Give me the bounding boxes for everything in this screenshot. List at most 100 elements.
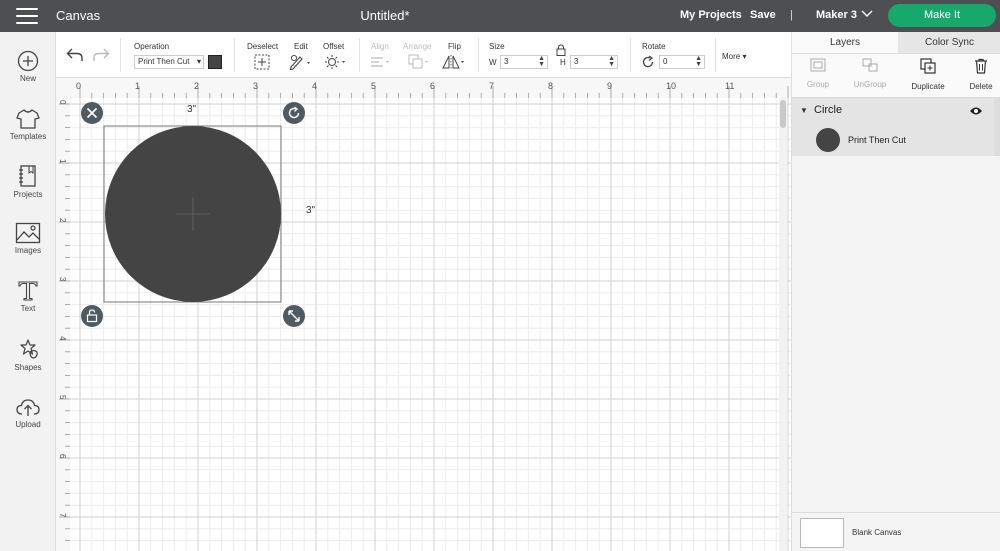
machine-selector[interactable]: Maker 3 — [816, 9, 873, 21]
ruler-horizontal — [56, 78, 791, 98]
operation-label: Operation — [134, 42, 170, 51]
design-canvas[interactable]: 0 1 2 3 4 5 6 7 8 9 10 11 0 1 2 3 4 5 6 7 3" 3" — [56, 78, 791, 551]
canvas-vertical-scrollbar[interactable] — [779, 98, 787, 551]
more-menu[interactable]: More ▾ — [722, 52, 746, 61]
group-button[interactable]: Group — [792, 58, 844, 89]
layers-scrollbar[interactable] — [994, 98, 1000, 156]
machine-name: Maker 3 — [816, 9, 857, 21]
ruler-top-label: 5 — [371, 81, 376, 91]
document-title[interactable]: Untitled* — [0, 8, 770, 23]
rotate-label: Rotate — [642, 42, 666, 51]
my-projects-link[interactable]: My Projects — [680, 9, 742, 21]
height-value: 3 — [574, 57, 579, 66]
height-dimension-label: 3" — [306, 205, 316, 216]
group-icon — [810, 58, 826, 72]
duplicate-button[interactable]: Duplicate — [902, 58, 954, 91]
ruler-left-label: 6 — [58, 454, 67, 459]
width-label: W — [489, 58, 497, 67]
tab-layers[interactable]: Layers — [792, 32, 898, 54]
edit-toolbar: Operation Print Then Cut Deselect Edit O… — [56, 32, 791, 78]
blank-canvas-thumbnail — [800, 518, 844, 548]
redo-icon[interactable] — [92, 48, 110, 62]
sidebar-item-text[interactable]: Text — [0, 280, 56, 313]
sidebar-item-new[interactable]: New — [0, 50, 56, 83]
ruler-vertical — [56, 78, 70, 551]
scrollbar-thumb[interactable] — [780, 100, 786, 128]
canvas-grid[interactable]: 0 1 2 3 4 5 6 7 8 9 10 11 0 1 2 3 4 5 6 7 — [56, 78, 791, 551]
image-icon — [15, 222, 41, 244]
delete-label: Delete — [969, 82, 993, 91]
ruler-top-label: 3 — [253, 81, 258, 91]
trash-icon — [975, 58, 987, 74]
toolbar-divider — [234, 38, 235, 72]
text-icon — [18, 281, 38, 301]
offset-label: Offset — [323, 42, 345, 51]
rotate-stepper-icon[interactable]: ▲ ▼ — [695, 55, 702, 68]
ruler-left-label: 2 — [58, 218, 67, 223]
layer-item[interactable]: Print Then Cut — [792, 124, 994, 156]
caret-down-icon[interactable]: ▼ — [800, 106, 808, 115]
arrange-icon[interactable] — [408, 54, 430, 70]
operation-color-swatch[interactable] — [208, 55, 222, 69]
offset-icon[interactable] — [324, 54, 348, 70]
ruler-top-label: 6 — [430, 81, 435, 91]
caret-down-icon: ▾ — [742, 52, 747, 61]
ruler-top-label: 4 — [312, 81, 317, 91]
rotate-icon[interactable] — [641, 55, 655, 69]
ruler-top-label: 11 — [725, 81, 734, 91]
duplicate-icon — [920, 58, 936, 74]
operation-select[interactable]: Print Then Cut — [134, 55, 204, 69]
lock-proportions-icon[interactable] — [556, 44, 566, 56]
ungroup-button[interactable]: UnGroup — [844, 58, 896, 89]
layer-actions: Group UnGroup Duplicate Delete — [792, 54, 1000, 98]
rotate-input[interactable]: 0 ▲ ▼ — [659, 55, 705, 69]
tab-color-sync[interactable]: Color Sync — [898, 32, 1000, 54]
rotate-handle[interactable] — [283, 102, 305, 124]
toolbar-divider — [715, 38, 716, 72]
height-input[interactable]: 3 ▲ ▼ — [570, 55, 618, 69]
sidebar-item-upload[interactable]: Upload — [0, 396, 56, 429]
width-input[interactable]: 3 ▲ ▼ — [500, 55, 548, 69]
sidebar-item-shapes[interactable]: Shapes — [0, 337, 56, 372]
eye-icon[interactable] — [969, 106, 983, 116]
ruler-left-label: 3 — [58, 277, 67, 282]
sidebar-item-label: Images — [14, 246, 42, 255]
lock-handle[interactable] — [81, 305, 103, 327]
deselect-icon[interactable] — [254, 54, 270, 70]
flip-icon[interactable] — [442, 54, 466, 70]
ungroup-label: UnGroup — [853, 80, 887, 89]
make-it-button[interactable]: Make It — [888, 4, 996, 27]
blank-canvas-layer[interactable]: Blank Canvas — [792, 512, 1000, 551]
layer-group-circle[interactable]: ▼ Circle Print Then Cut — [792, 98, 994, 156]
sidebar-item-templates[interactable]: Templates — [0, 108, 56, 141]
toolbar-divider — [478, 38, 479, 72]
edit-tools-icon[interactable] — [289, 54, 313, 70]
width-value: 3 — [504, 57, 509, 66]
sidebar-item-projects[interactable]: Projects — [0, 164, 56, 199]
height-stepper-icon[interactable]: ▲ ▼ — [608, 55, 615, 68]
ruler-left-label: 7 — [58, 513, 67, 518]
ruler-top-label: 1 — [135, 81, 140, 91]
width-stepper-icon[interactable]: ▲ ▼ — [538, 55, 545, 68]
flip-label: Flip — [448, 42, 461, 51]
group-label: Group — [806, 80, 830, 89]
sidebar-item-label: Projects — [13, 190, 43, 199]
ruler-top-label: 0 — [76, 81, 81, 91]
layer-operation: Print Then Cut — [848, 135, 906, 145]
resize-handle[interactable] — [283, 305, 305, 327]
align-icon[interactable] — [370, 56, 392, 68]
duplicate-label: Duplicate — [911, 82, 945, 91]
ruler-top-label: 10 — [666, 81, 676, 91]
chevron-down-icon — [861, 10, 873, 17]
blank-canvas-label: Blank Canvas — [852, 528, 902, 537]
deselect-label: Deselect — [247, 42, 279, 51]
notebook-icon — [19, 165, 36, 187]
size-label: Size — [489, 42, 505, 51]
delete-button[interactable]: Delete — [955, 58, 1000, 91]
sidebar-item-images[interactable]: Images — [0, 222, 56, 255]
save-link[interactable]: Save — [750, 9, 776, 21]
delete-handle[interactable] — [81, 102, 103, 124]
ruler-top-label: 7 — [489, 81, 494, 91]
width-dimension-label: 3" — [187, 104, 197, 115]
undo-icon[interactable] — [66, 48, 84, 62]
